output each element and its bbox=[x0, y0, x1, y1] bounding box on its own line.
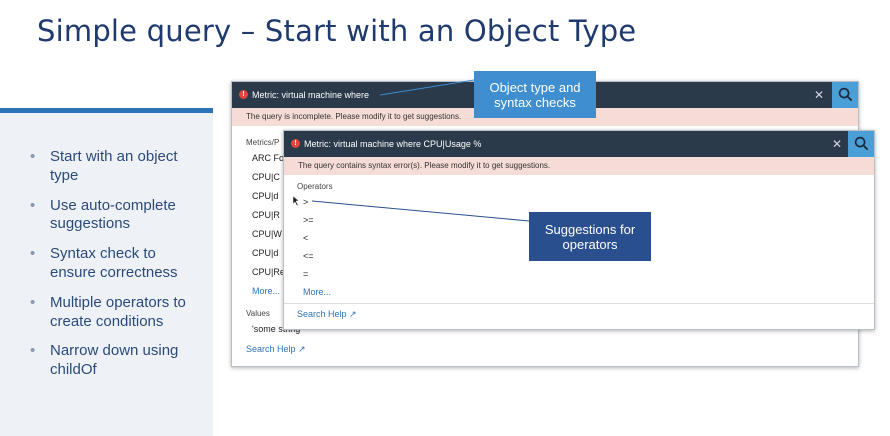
suggestion-item[interactable]: CPU|Re bbox=[252, 267, 285, 277]
section-label-values: Values bbox=[246, 309, 270, 318]
suggestion-item[interactable]: CPU|d bbox=[252, 191, 278, 201]
bullet-item: Multiple operators to create conditions bbox=[30, 294, 190, 332]
query-text[interactable]: Metric: virtual machine where bbox=[252, 90, 369, 100]
operator-item[interactable]: >= bbox=[303, 215, 314, 225]
error-icon: ! bbox=[291, 139, 300, 148]
suggestion-item[interactable]: CPU|d bbox=[252, 248, 278, 258]
search-help-link[interactable]: Search Help ↗ bbox=[297, 309, 357, 320]
suggestion-item[interactable]: ARC Fo bbox=[252, 153, 284, 163]
divider bbox=[284, 303, 874, 304]
suggestion-item[interactable]: CPU|C bbox=[252, 172, 280, 182]
operator-item[interactable]: > bbox=[303, 197, 308, 207]
search-help-label: Search Help bbox=[297, 309, 347, 319]
more-link[interactable]: More... bbox=[303, 287, 331, 297]
query-text[interactable]: Metric: virtual machine where CPU|Usage … bbox=[304, 139, 481, 149]
bullet-item: Use auto-complete suggestions bbox=[30, 197, 190, 235]
close-icon[interactable]: ✕ bbox=[832, 137, 842, 151]
operator-item[interactable]: < bbox=[303, 233, 308, 243]
search-help-link[interactable]: Search Help ↗ bbox=[246, 344, 306, 355]
external-link-icon: ↗ bbox=[349, 309, 357, 319]
search-icon bbox=[854, 136, 869, 151]
more-link[interactable]: More... bbox=[252, 286, 280, 296]
bullet-item: Syntax check to ensure correctness bbox=[30, 245, 190, 283]
error-icon: ! bbox=[239, 90, 248, 99]
slide-title: Simple query – Start with an Object Type bbox=[37, 14, 637, 48]
close-icon[interactable]: ✕ bbox=[814, 88, 824, 102]
callout-object-type: Object type and syntax checks bbox=[474, 71, 596, 118]
search-icon bbox=[838, 87, 853, 102]
section-label-metrics: Metrics/P bbox=[246, 138, 280, 147]
callout-operators: Suggestions for operators bbox=[529, 212, 651, 261]
bullet-item: Start with an object type bbox=[30, 148, 190, 186]
external-link-icon: ↗ bbox=[298, 344, 306, 354]
bullet-list: Start with an object type Use auto-compl… bbox=[30, 148, 190, 391]
operator-item[interactable]: = bbox=[303, 269, 308, 279]
warning-banner: The query contains syntax error(s). Plea… bbox=[284, 157, 874, 175]
suggestion-item[interactable]: CPU|W bbox=[252, 229, 282, 239]
search-button[interactable] bbox=[832, 82, 858, 108]
section-label-operators: Operators bbox=[297, 182, 333, 191]
query-bar[interactable]: ! Metric: virtual machine where CPU|Usag… bbox=[284, 131, 874, 157]
bullet-item: Narrow down using childOf bbox=[30, 342, 190, 380]
bullet-panel: Start with an object type Use auto-compl… bbox=[0, 113, 213, 436]
operator-item[interactable]: <= bbox=[303, 251, 314, 261]
suggestion-item[interactable]: CPU|R bbox=[252, 210, 280, 220]
search-help-label: Search Help bbox=[246, 344, 296, 354]
search-button[interactable] bbox=[848, 131, 874, 157]
